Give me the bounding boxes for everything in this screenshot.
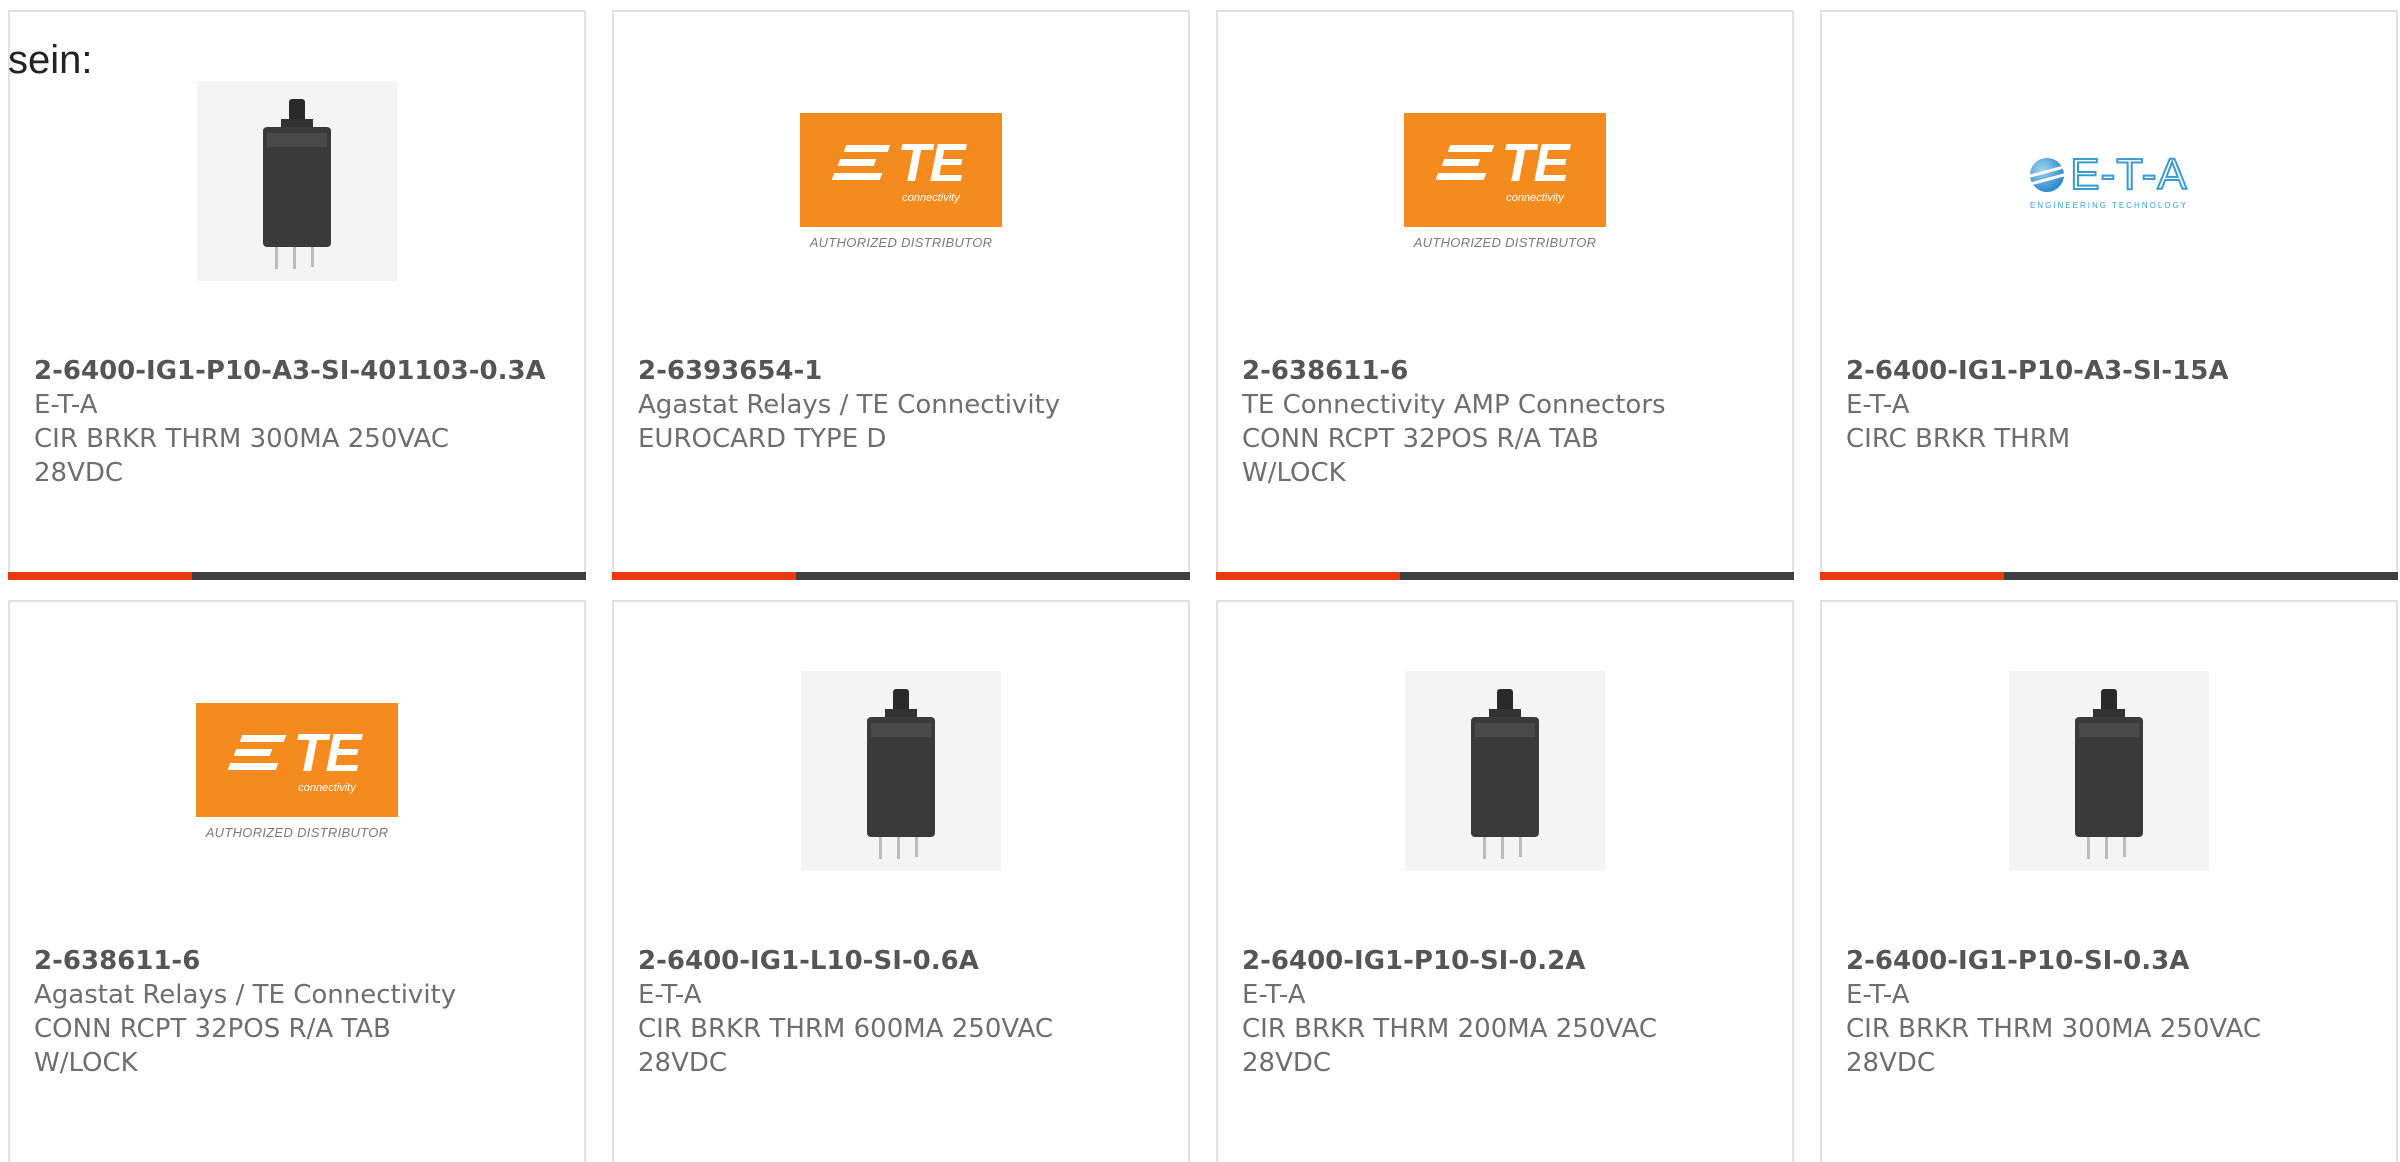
globe-icon bbox=[2030, 157, 2065, 192]
part-number[interactable]: 2-6393654-1 bbox=[638, 354, 1164, 388]
te-connectivity-logo: TE connectivity AUTHORIZED DISTRIBUTOR bbox=[196, 702, 398, 840]
product-image[interactable] bbox=[1218, 666, 1792, 876]
description: CIRC BRKR THRM bbox=[1846, 424, 2071, 454]
te-connectivity-logo: TE connectivity AUTHORIZED DISTRIBUTOR bbox=[1404, 112, 1606, 250]
manufacturer: E-T-A bbox=[1846, 980, 1910, 1010]
description: CIR BRKR THRM 300MA 250VAC 28VDC bbox=[34, 424, 449, 488]
description: EUROCARD TYPE D bbox=[638, 424, 887, 454]
product-info: 2-6393654-1 Agastat Relays / TE Connecti… bbox=[638, 354, 1164, 456]
product-image[interactable] bbox=[10, 76, 584, 286]
manufacturer: E-T-A bbox=[638, 980, 702, 1010]
manufacturer: E-T-A bbox=[34, 390, 98, 420]
product-info: 2-638611-6 TE Connectivity AMP Connector… bbox=[1242, 354, 1768, 490]
card-bottom-bar bbox=[612, 572, 1190, 580]
card-bottom-bar bbox=[1820, 572, 2398, 580]
product-image[interactable]: TE connectivity AUTHORIZED DISTRIBUTOR bbox=[10, 666, 584, 876]
part-number[interactable]: 2-6400-IG1-L10-SI-0.6A bbox=[638, 944, 1164, 978]
product-card[interactable]: TE connectivity AUTHORIZED DISTRIBUTOR 2… bbox=[8, 600, 586, 1162]
card-bottom-bar bbox=[1216, 572, 1794, 580]
description: CIR BRKR THRM 300MA 250VAC 28VDC bbox=[1846, 1014, 2261, 1078]
product-info: 2-6400-IG1-P10-A3-SI-15A E-T-A CIRC BRKR… bbox=[1846, 354, 2372, 456]
circuit-breaker-icon bbox=[1405, 671, 1605, 871]
part-number[interactable]: 2-638611-6 bbox=[1242, 354, 1768, 388]
product-card[interactable]: 2-6400-IG1-P10-SI-0.2A E-T-A CIR BRKR TH… bbox=[1216, 600, 1794, 1162]
product-card[interactable]: TE connectivity AUTHORIZED DISTRIBUTOR 2… bbox=[612, 10, 1190, 580]
product-card[interactable]: 2-6400-IG1-P10-SI-0.3A E-T-A CIR BRKR TH… bbox=[1820, 600, 2398, 1162]
circuit-breaker-icon bbox=[2009, 671, 2209, 871]
part-number[interactable]: 2-6400-IG1-P10-SI-0.2A bbox=[1242, 944, 1768, 978]
product-info: 2-6400-IG1-P10-A3-SI-401103-0.3A E-T-A C… bbox=[34, 354, 560, 490]
product-card[interactable]: E-T-A ENGINEERING TECHNOLOGY 2-6400-IG1-… bbox=[1820, 10, 2398, 580]
section-heading: sein: bbox=[8, 38, 93, 82]
part-number[interactable]: 2-6400-IG1-P10-A3-SI-15A bbox=[1846, 354, 2372, 388]
product-image[interactable] bbox=[1822, 666, 2396, 876]
description: CIR BRKR THRM 600MA 250VAC 28VDC bbox=[638, 1014, 1053, 1078]
manufacturer: E-T-A bbox=[1242, 980, 1306, 1010]
product-info: 2-6400-IG1-P10-SI-0.2A E-T-A CIR BRKR TH… bbox=[1242, 944, 1768, 1080]
description: CONN RCPT 32POS R/A TAB W/LOCK bbox=[1242, 424, 1599, 488]
product-image[interactable]: E-T-A ENGINEERING TECHNOLOGY bbox=[1822, 76, 2396, 286]
product-card[interactable]: TE connectivity AUTHORIZED DISTRIBUTOR 2… bbox=[1216, 10, 1794, 580]
product-image[interactable] bbox=[614, 666, 1188, 876]
manufacturer: TE Connectivity AMP Connectors bbox=[1242, 390, 1666, 420]
manufacturer: Agastat Relays / TE Connectivity bbox=[638, 390, 1061, 420]
description: CONN RCPT 32POS R/A TAB W/LOCK bbox=[34, 1014, 391, 1078]
card-bottom-bar bbox=[8, 572, 586, 580]
product-image[interactable]: TE connectivity AUTHORIZED DISTRIBUTOR bbox=[1218, 76, 1792, 286]
description: CIR BRKR THRM 200MA 250VAC 28VDC bbox=[1242, 1014, 1657, 1078]
part-number[interactable]: 2-638611-6 bbox=[34, 944, 560, 978]
product-info: 2-6400-IG1-L10-SI-0.6A E-T-A CIR BRKR TH… bbox=[638, 944, 1164, 1080]
circuit-breaker-icon bbox=[197, 81, 397, 281]
manufacturer: Agastat Relays / TE Connectivity bbox=[34, 980, 457, 1010]
te-connectivity-logo: TE connectivity AUTHORIZED DISTRIBUTOR bbox=[800, 112, 1002, 250]
product-card[interactable]: 2-6400-IG1-L10-SI-0.6A E-T-A CIR BRKR TH… bbox=[612, 600, 1190, 1162]
product-image[interactable]: TE connectivity AUTHORIZED DISTRIBUTOR bbox=[614, 76, 1188, 286]
eta-logo: E-T-A ENGINEERING TECHNOLOGY bbox=[2029, 149, 2189, 210]
part-number[interactable]: 2-6400-IG1-P10-A3-SI-401103-0.3A bbox=[34, 354, 560, 388]
product-info: 2-6400-IG1-P10-SI-0.3A E-T-A CIR BRKR TH… bbox=[1846, 944, 2372, 1080]
circuit-breaker-icon bbox=[801, 671, 1001, 871]
part-number[interactable]: 2-6400-IG1-P10-SI-0.3A bbox=[1846, 944, 2372, 978]
product-info: 2-638611-6 Agastat Relays / TE Connectiv… bbox=[34, 944, 560, 1080]
product-card[interactable]: 2-6400-IG1-P10-A3-SI-401103-0.3A E-T-A C… bbox=[8, 10, 586, 580]
manufacturer: E-T-A bbox=[1846, 390, 1910, 420]
product-grid: 2-6400-IG1-P10-A3-SI-401103-0.3A E-T-A C… bbox=[8, 10, 2400, 1162]
